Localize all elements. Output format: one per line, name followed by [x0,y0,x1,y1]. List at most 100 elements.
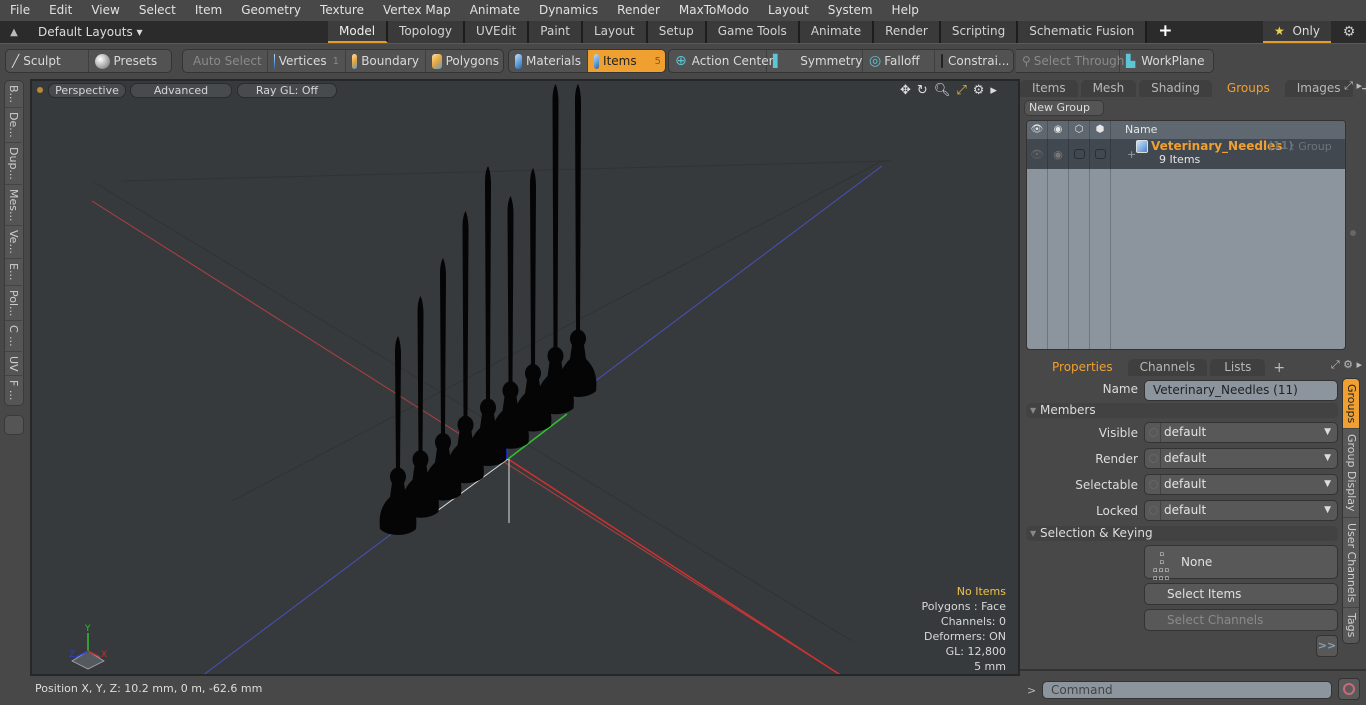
workplane-button[interactable]: ▙ WorkPlane [1120,50,1213,72]
symmetry-button[interactable]: ▌ Symmetry [767,50,863,72]
menu-help[interactable]: Help [882,0,928,21]
viewport-more-icon[interactable]: ▸ [990,83,997,98]
left-tab-edge[interactable]: E... [5,259,22,286]
menu-render[interactable]: Render [607,0,669,21]
tab-items[interactable]: Items [1020,80,1078,97]
group-visible-toggle[interactable]: 👁︎ [1027,139,1048,169]
tab-topology[interactable]: Topology [388,21,466,43]
scrollbar-handle[interactable] [1350,230,1356,236]
left-tab-vertex[interactable]: Ve... [5,226,22,260]
viewport-menu-dot[interactable] [37,87,43,93]
more-button[interactable]: >> [1316,635,1338,657]
menu-animate[interactable]: Animate [460,0,529,21]
lock-column-icon[interactable]: ⬡ [1069,121,1090,139]
left-tab-basic[interactable]: B... [5,81,22,109]
left-tab-polygon[interactable]: Pol... [5,286,22,322]
rotate-view-icon[interactable]: ↻ [917,83,928,98]
tab-uvedit[interactable]: UVEdit [465,21,530,43]
action-center-button[interactable]: ⊕ Action Center [669,50,774,72]
collapse-up-icon[interactable]: ▲ [0,27,28,38]
render-dropdown[interactable]: default ▼ [1144,448,1338,469]
visibility-column-icon[interactable]: 👁︎ [1027,121,1048,139]
tab-game-tools[interactable]: Game Tools [706,21,800,43]
falloff-button[interactable]: ◎ Falloff [863,50,935,72]
move-view-icon[interactable]: ✥ [900,83,911,98]
group-lock-toggle[interactable] [1069,139,1090,169]
menu-maxtomodo[interactable]: MaxToModo [669,0,758,21]
selection-keying-section[interactable]: ▼ Selection & Keying [1026,526,1338,541]
tab-setup[interactable]: Setup [647,21,707,43]
tab-paint[interactable]: Paint [529,21,583,43]
group-row[interactable]: 👁︎ ◉ + Veterinary_Needles (11) : Group 9… [1027,139,1345,169]
only-toggle[interactable]: ★ Only [1263,21,1331,43]
shading-button[interactable]: Advanced [130,83,232,98]
3d-viewport[interactable]: Y X Z Perspective Advanced Ray GL: Off ✥… [30,79,1020,676]
expand-plus-icon[interactable]: + [1127,148,1136,161]
zoom-view-icon[interactable]: 🔍︎ [934,83,951,98]
raygl-button[interactable]: Ray GL: Off [237,83,337,98]
presets-button[interactable]: Presets [89,50,172,72]
group-render-toggle[interactable]: ◉ [1048,139,1069,169]
visible-dropdown[interactable]: default ▼ [1144,422,1338,443]
menu-select[interactable]: Select [129,0,185,21]
tab-lists[interactable]: Lists [1210,359,1266,376]
tab-shading[interactable]: Shading [1139,80,1212,97]
name-field[interactable]: Veterinary_Needles (11) [1144,380,1338,401]
tab-layout[interactable]: Layout [582,21,648,43]
auto-select-button[interactable]: Auto Select [183,50,268,72]
none-button[interactable]: ▫ ▫ ▫▫▫ ▫▫▫ None [1144,545,1338,582]
tab-render[interactable]: Render [874,21,941,43]
menu-file[interactable]: File [0,0,39,21]
tab-channels[interactable]: Channels [1127,359,1208,376]
select-channels-button[interactable]: Select Channels [1144,609,1338,631]
select-through-button[interactable]: ⚲ Select Through [1016,50,1124,72]
tab-groups[interactable]: Groups [1214,80,1282,97]
viewport-gear-icon[interactable]: ⚙ [973,83,985,98]
menu-vertex-map[interactable]: Vertex Map [373,0,460,21]
menu-edit[interactable]: Edit [39,0,81,21]
new-group-button[interactable]: New Group [1024,100,1104,116]
items-button[interactable]: Items 5 [588,50,665,72]
tab-model[interactable]: Model [328,21,389,43]
menu-view[interactable]: View [81,0,128,21]
menu-item[interactable]: Item [185,0,231,21]
locked-dropdown[interactable]: default ▼ [1144,500,1338,521]
record-macro-button[interactable] [1338,678,1360,700]
left-extra-tab[interactable] [4,415,24,435]
select-items-button[interactable]: Select Items [1144,583,1338,605]
select-column-icon[interactable]: ⬢ [1090,121,1111,139]
add-tab-button[interactable]: + [1147,21,1174,43]
left-tab-uv[interactable]: UV [5,352,22,377]
left-tab-curve[interactable]: C ... [5,321,22,352]
tab-mesh[interactable]: Mesh ... [1080,80,1137,111]
materials-button[interactable]: Materials [509,50,588,72]
gear-icon[interactable]: ⚙ [1338,22,1360,42]
left-tab-deform[interactable]: De... [5,108,22,143]
menu-dynamics[interactable]: Dynamics [529,0,607,21]
constraints-button[interactable]: Constrai... [935,50,1013,72]
side-tab-groups[interactable]: Groups [1343,379,1359,430]
menu-layout[interactable]: Layout [758,0,818,21]
menu-texture[interactable]: Texture [310,0,373,21]
menu-geometry[interactable]: Geometry [231,0,310,21]
boundary-button[interactable]: Boundary [346,50,426,72]
vertices-button[interactable]: Vertices 1 [268,50,346,72]
left-tab-fusion[interactable]: F ... [5,376,22,404]
view-mode-button[interactable]: Perspective [48,83,126,98]
panel-divider[interactable] [1020,669,1366,671]
members-section[interactable]: ▼ Members [1026,403,1338,418]
panel-expand-icon[interactable]: ⤢ ▸ [1344,79,1362,93]
left-tab-mesh-edit[interactable]: Mes... [5,185,22,227]
menu-system[interactable]: System [818,0,882,21]
tab-images[interactable]: Images [1284,80,1353,97]
command-input[interactable]: Command [1042,681,1332,699]
side-tab-user-channels[interactable]: User Channels [1343,518,1359,609]
tab-animate[interactable]: Animate [799,21,875,43]
tab-scripting[interactable]: Scripting [940,21,1019,43]
selectable-dropdown[interactable]: default ▼ [1144,474,1338,495]
properties-expand-icon[interactable]: ⤢ ⚙ ▸ [1331,358,1362,372]
maximize-icon[interactable]: ⤢ [956,83,966,98]
left-tab-duplicate[interactable]: Dup... [5,143,22,185]
side-tab-tags[interactable]: Tags [1343,608,1359,642]
group-select-toggle[interactable] [1090,139,1111,169]
